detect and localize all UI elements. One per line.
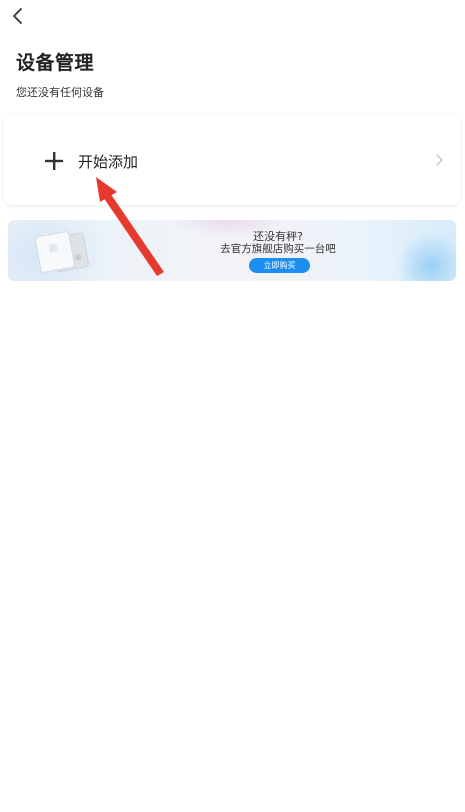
back-arrow-icon bbox=[13, 8, 22, 24]
buy-now-button[interactable]: 立即购买 bbox=[249, 258, 310, 273]
add-device-card[interactable]: 开始添加 bbox=[4, 115, 460, 205]
add-device-label: 开始添加 bbox=[78, 153, 139, 171]
banner-text: 去官方旗舰店购买一台吧 bbox=[220, 243, 336, 255]
plus-icon bbox=[45, 152, 63, 170]
chevron-right-icon bbox=[436, 154, 443, 166]
page-title: 设备管理 bbox=[16, 52, 95, 74]
back-button[interactable] bbox=[6, 4, 30, 28]
page-subtitle: 您还没有任何设备 bbox=[16, 86, 104, 99]
shop-promo-banner[interactable]: 还没有秤? 去官方旗舰店购买一台吧 立即购买 bbox=[8, 220, 456, 281]
